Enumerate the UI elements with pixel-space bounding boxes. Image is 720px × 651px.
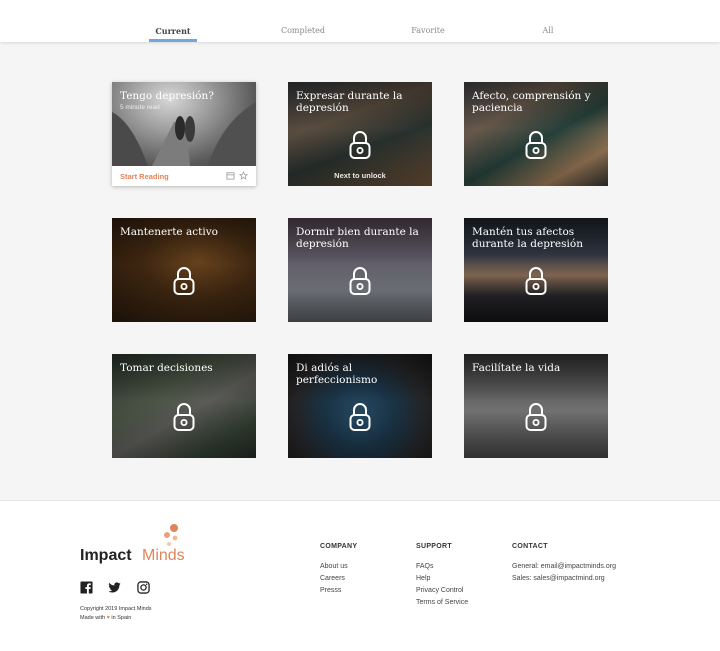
lock-icon [525,131,547,159]
tab-favorite[interactable]: Favorite [411,26,444,35]
lock-icon [525,403,547,431]
heart-icon: ♥ [106,615,110,621]
copyright-text: Copyright 2019 Impact Minds [80,606,152,612]
locked-course-card[interactable]: Afecto, comprensión y paciencia [464,82,608,186]
footer-support-column: SUPPORT FAQs Help Privacy Control Terms … [416,543,468,609]
lock-icon [173,403,195,431]
made-with-text: Made with ♥ in Spain [80,615,132,621]
lock-icon [173,267,195,295]
column-heading: COMPANY [320,543,358,550]
footer-link-sales-email[interactable]: Sales: sales@impactmind.org [512,573,616,585]
card-title: Facilítate la vida [472,362,561,374]
tab-current[interactable]: Current [155,26,190,36]
twitter-icon[interactable] [108,581,121,594]
locked-course-card[interactable]: Tomar decisiones [112,354,256,458]
footer-company-column: COMPANY About us Careers Presss [320,543,357,597]
impact-minds-logo[interactable]: Impact Minds [80,523,200,567]
column-heading: SUPPORT [416,543,452,550]
facebook-icon[interactable] [80,581,93,594]
card-title: Tengo depresión? [120,90,214,102]
footer-link-about-us[interactable]: About us [320,561,357,573]
footer: Impact Minds Copyright 2019 Impact Minds… [0,500,720,651]
tab-completed[interactable]: Completed [281,26,325,35]
logo-word-minds: Minds [142,547,185,564]
lock-icon [349,267,371,295]
card-title: Afecto, comprensión y paciencia [472,90,591,114]
card-title: Dormir bien durante la depresión [296,226,419,250]
star-icon[interactable] [239,171,248,180]
locked-course-card[interactable]: Expresar durante la depresión Next to un… [288,82,432,186]
locked-course-card[interactable]: Mantén tus afectos durante la depresión [464,218,608,322]
footer-link-general-email[interactable]: General: email@impactminds.org [512,561,616,573]
footer-link-terms[interactable]: Terms of Service [416,597,468,609]
active-tab-indicator [149,39,197,42]
footer-contact-column: CONTACT General: email@impactminds.org S… [512,543,616,585]
tab-bar: Current Completed Favorite All [0,0,720,42]
card-title: Mantenerte activo [120,226,218,238]
start-reading-link[interactable]: Start Reading [120,172,169,181]
footer-link-press[interactable]: Presss [320,585,357,597]
card-title: Expresar durante la depresión [296,90,403,114]
locked-course-card[interactable]: Di adiós al perfeccionismo [288,354,432,458]
instagram-icon[interactable] [137,581,150,594]
current-course-card[interactable]: Tengo depresión? 5 minute read Start Rea… [112,82,256,186]
locked-course-card[interactable]: Mantenerte activo [112,218,256,322]
copyright: Copyright 2019 Impact Minds Made with ♥ … [80,605,152,623]
footer-link-help[interactable]: Help [416,573,468,585]
logo-word-impact: Impact [80,547,132,564]
lock-icon [349,131,371,159]
next-to-unlock-label: Next to unlock [334,171,386,180]
column-heading: CONTACT [512,543,548,550]
footer-link-careers[interactable]: Careers [320,573,357,585]
card-title: Mantén tus afectos durante la depresión [472,226,583,250]
tab-all[interactable]: All [543,26,554,35]
footer-link-privacy-control[interactable]: Privacy Control [416,585,468,597]
read-time: 5 minute read [120,104,160,111]
lock-icon [349,403,371,431]
card-title: Tomar decisiones [120,362,213,374]
card-title: Di adiós al perfeccionismo [296,362,378,386]
calendar-icon[interactable] [226,171,235,180]
footer-link-faqs[interactable]: FAQs [416,561,468,573]
locked-course-card[interactable]: Dormir bien durante la depresión [288,218,432,322]
lock-icon [525,267,547,295]
locked-course-card[interactable]: Facilítate la vida [464,354,608,458]
